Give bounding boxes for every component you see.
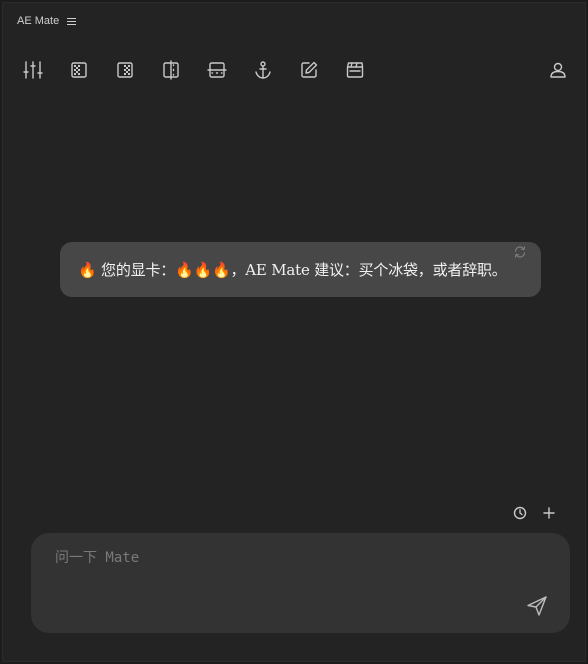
user-icon xyxy=(550,62,566,78)
edit-icon xyxy=(301,61,318,78)
send-icon[interactable] xyxy=(525,594,549,618)
split-horizontal-icon xyxy=(207,62,227,78)
hamburger-menu-icon[interactable] xyxy=(67,17,77,26)
message-text: 🔥 您的显卡：🔥🔥🔥，AE Mate 建议：买个冰袋，或者辞职。 xyxy=(78,261,507,279)
clapperboard-icon xyxy=(346,62,364,78)
fill-right-button[interactable] xyxy=(111,56,139,84)
split-horizontal-button[interactable] xyxy=(203,56,231,84)
chat-composer xyxy=(31,533,570,633)
chat-input[interactable] xyxy=(55,547,495,569)
anchor-button[interactable] xyxy=(249,56,277,84)
edit-button[interactable] xyxy=(295,56,323,84)
plus-icon[interactable] xyxy=(541,505,557,521)
toolbar xyxy=(19,56,387,84)
anchor-icon xyxy=(255,61,271,79)
split-vertical-icon xyxy=(163,60,179,80)
refresh-icon[interactable] xyxy=(513,245,527,259)
sliders-button[interactable] xyxy=(19,56,47,84)
fill-left-button[interactable] xyxy=(65,56,93,84)
split-vertical-button[interactable] xyxy=(157,56,185,84)
clock-icon[interactable] xyxy=(512,505,528,521)
transparency-grid-left-icon xyxy=(71,62,87,78)
titlebar: AE Mate xyxy=(17,15,77,27)
clapperboard-button[interactable] xyxy=(341,56,369,84)
sliders-icon xyxy=(23,61,43,79)
app-title: AE Mate xyxy=(17,15,60,27)
user-button[interactable] xyxy=(544,56,572,84)
transparency-grid-right-icon xyxy=(117,62,133,78)
ae-mate-panel: AE Mate 🔥 您的显卡：🔥🔥🔥，AE Mate 建议：买个冰袋，或者辞职。… xyxy=(2,2,586,662)
assistant-message-bubble: 🔥 您的显卡：🔥🔥🔥，AE Mate 建议：买个冰袋，或者辞职。 xyxy=(60,242,541,297)
